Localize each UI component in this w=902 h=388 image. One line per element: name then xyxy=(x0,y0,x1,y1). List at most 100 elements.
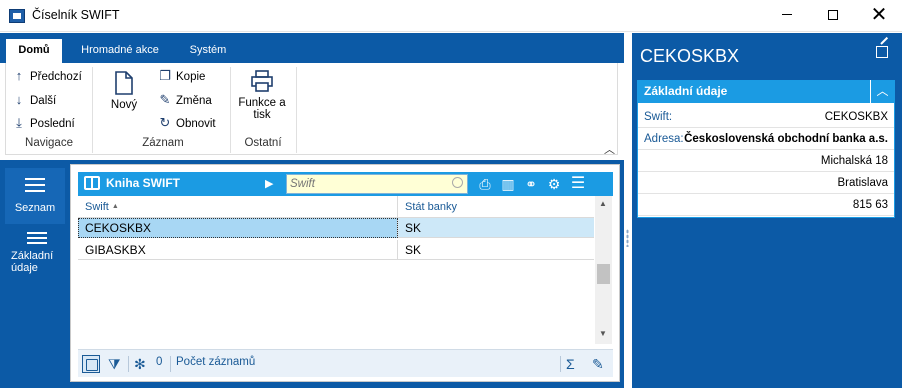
city-value: Bratislava xyxy=(837,177,889,189)
panel-splitter[interactable] xyxy=(624,33,632,388)
novy-label: Nový xyxy=(110,99,138,111)
detail-row-city: Bratislava xyxy=(638,173,894,194)
scroll-up-icon[interactable]: ▲ xyxy=(599,199,607,208)
maximize-icon xyxy=(828,9,838,20)
obnovit-button[interactable]: ↻ Obnovit xyxy=(158,113,216,133)
swift-label: Swift: xyxy=(644,111,673,123)
snowflake-icon[interactable]: ✻ xyxy=(134,355,146,373)
grid-footer: ⧩ ✻ 0 Počet záznamů Σ ✎ xyxy=(78,349,613,377)
arrow-down-icon: ↓ xyxy=(15,92,23,107)
menu-icon[interactable]: ☰ xyxy=(568,175,588,193)
dalsi-button[interactable]: ↓ Další xyxy=(12,90,56,110)
nav-zakladni-udaje[interactable]: Základní údaje xyxy=(5,226,65,288)
column-header-stat-banky[interactable]: Stát banky xyxy=(398,196,594,218)
grid-header: Swift ▲ Stát banky xyxy=(78,196,594,218)
arrow-down-to-line-icon: ⤓ xyxy=(16,115,22,130)
funkce-a-tisk-label-2: tisk xyxy=(253,109,271,121)
predchozi-button[interactable]: ↑ Předchozí xyxy=(12,66,82,86)
tab-system[interactable]: Systém xyxy=(178,39,238,63)
minimize-icon xyxy=(782,14,792,16)
copy-icon: ❐ xyxy=(159,68,171,83)
close-icon: ✕ xyxy=(870,4,888,26)
column-header-swift[interactable]: Swift ▲ xyxy=(78,196,398,218)
search-box[interactable] xyxy=(286,174,468,194)
detail-row-swift: Swift: CEKOSKBX xyxy=(638,107,894,128)
filter-count: 0 xyxy=(156,356,163,368)
tab-hromadne-akce[interactable]: Hromadné akce xyxy=(70,39,170,63)
record-count-label[interactable]: Počet záznamů xyxy=(176,356,255,368)
street-value: Michalská 18 xyxy=(820,155,888,167)
arrow-up-icon: ↑ xyxy=(15,68,23,83)
zmena-label: Změna xyxy=(176,95,212,107)
ribbon-tabs: Domů Hromadné akce Systém xyxy=(0,33,628,63)
tab-domu[interactable]: Domů xyxy=(6,39,62,63)
zip-value: 815 63 xyxy=(852,199,888,211)
search-icon[interactable] xyxy=(452,177,463,188)
nav-zakladni-label-2: údaje xyxy=(11,262,38,274)
vertical-scrollbar[interactable]: ▲ ▼ xyxy=(595,196,612,344)
footer-separator xyxy=(170,356,171,372)
play-menu-icon[interactable]: ▶ xyxy=(265,177,273,190)
swift-value: CEKOSKBX xyxy=(824,111,888,123)
bank-name-value: Československá obchodní banka a.s. xyxy=(684,133,888,145)
popout-icon[interactable] xyxy=(876,46,888,58)
collapse-ribbon-icon[interactable]: ︿ xyxy=(604,141,615,157)
nav-seznam[interactable]: Seznam xyxy=(5,168,65,224)
new-document-icon xyxy=(115,71,133,95)
sum-icon[interactable]: Σ xyxy=(566,355,575,373)
search-input[interactable] xyxy=(287,175,447,193)
list-icon xyxy=(27,232,47,244)
predchozi-label: Předchozí xyxy=(30,71,82,83)
column-stat-label: Stát banky xyxy=(405,201,457,213)
splitter-grip-icon xyxy=(626,229,629,247)
kopie-button[interactable]: ❐ Kopie xyxy=(158,66,205,86)
book-view-icon[interactable] xyxy=(82,355,100,373)
binoculars-icon[interactable]: ⚭ xyxy=(521,175,541,193)
gear-icon[interactable]: ⚙ xyxy=(544,175,564,193)
sort-ascending-icon: ▲ xyxy=(111,203,119,210)
filter-icon[interactable]: ⧩ xyxy=(108,355,121,373)
kopie-label: Kopie xyxy=(176,71,206,83)
ribbon-separator xyxy=(230,67,231,153)
printer-icon xyxy=(251,70,273,92)
posledni-button[interactable]: ⤓ Poslední xyxy=(12,113,75,133)
close-button[interactable]: ✕ xyxy=(856,0,902,32)
nav-seznam-label: Seznam xyxy=(14,202,56,214)
posledni-label: Poslední xyxy=(30,118,75,130)
zmena-button[interactable]: ✎ Změna xyxy=(158,90,212,110)
zaznam-group-label: Záznam xyxy=(142,137,184,149)
maximize-button[interactable] xyxy=(810,0,856,32)
detail-title: CEKOSKBX xyxy=(640,46,740,66)
cell-swift[interactable]: GIBASKBX xyxy=(78,240,398,260)
funkce-a-tisk-button[interactable]: Funkce a tisk xyxy=(232,69,292,121)
refresh-icon: ↻ xyxy=(159,115,171,130)
cell-stat[interactable]: SK xyxy=(398,218,594,238)
detail-row-zip: 815 63 xyxy=(638,195,894,216)
detail-row-street: Michalská 18 xyxy=(638,151,894,172)
ribbon-body: ↑ Předchozí ↓ Další ⤓ Poslední Navigace Nov… xyxy=(5,63,618,157)
nav-zakladni-label-1: Základní xyxy=(11,250,54,262)
ribbon-separator xyxy=(92,67,93,153)
table-row[interactable]: CEKOSKBX SK xyxy=(78,218,594,238)
collapse-section-icon[interactable]: ︿ xyxy=(870,80,894,103)
table-row[interactable]: GIBASKBX SK xyxy=(78,240,594,260)
app-icon xyxy=(9,9,25,23)
title-bar: Číselník SWIFT ✕ xyxy=(0,0,902,32)
grid-title: Kniha SWIFT xyxy=(106,176,180,190)
cell-stat[interactable]: SK xyxy=(398,240,594,260)
scroll-down-icon[interactable]: ▼ xyxy=(599,329,607,338)
novy-button[interactable]: Nový xyxy=(104,71,144,111)
scroll-thumb[interactable] xyxy=(597,264,610,284)
chart-icon[interactable]: ▥ xyxy=(498,175,518,193)
grid-toolbar: Kniha SWIFT ▶ ⎙ ▥ ⚭ ⚙ ☰ xyxy=(78,172,613,196)
funkce-a-tisk-label-1: Funkce a xyxy=(238,97,286,109)
hamburger-icon xyxy=(25,178,45,192)
minimize-button[interactable] xyxy=(764,0,810,32)
window-title: Číselník SWIFT xyxy=(32,8,120,22)
column-swift-label: Swift xyxy=(85,201,109,213)
edit-icon[interactable]: ✎ xyxy=(592,355,604,373)
cell-swift[interactable]: CEKOSKBX xyxy=(78,218,398,238)
ribbon-separator xyxy=(296,67,297,153)
print-icon[interactable]: ⎙ xyxy=(475,175,495,193)
footer-separator xyxy=(128,356,129,372)
